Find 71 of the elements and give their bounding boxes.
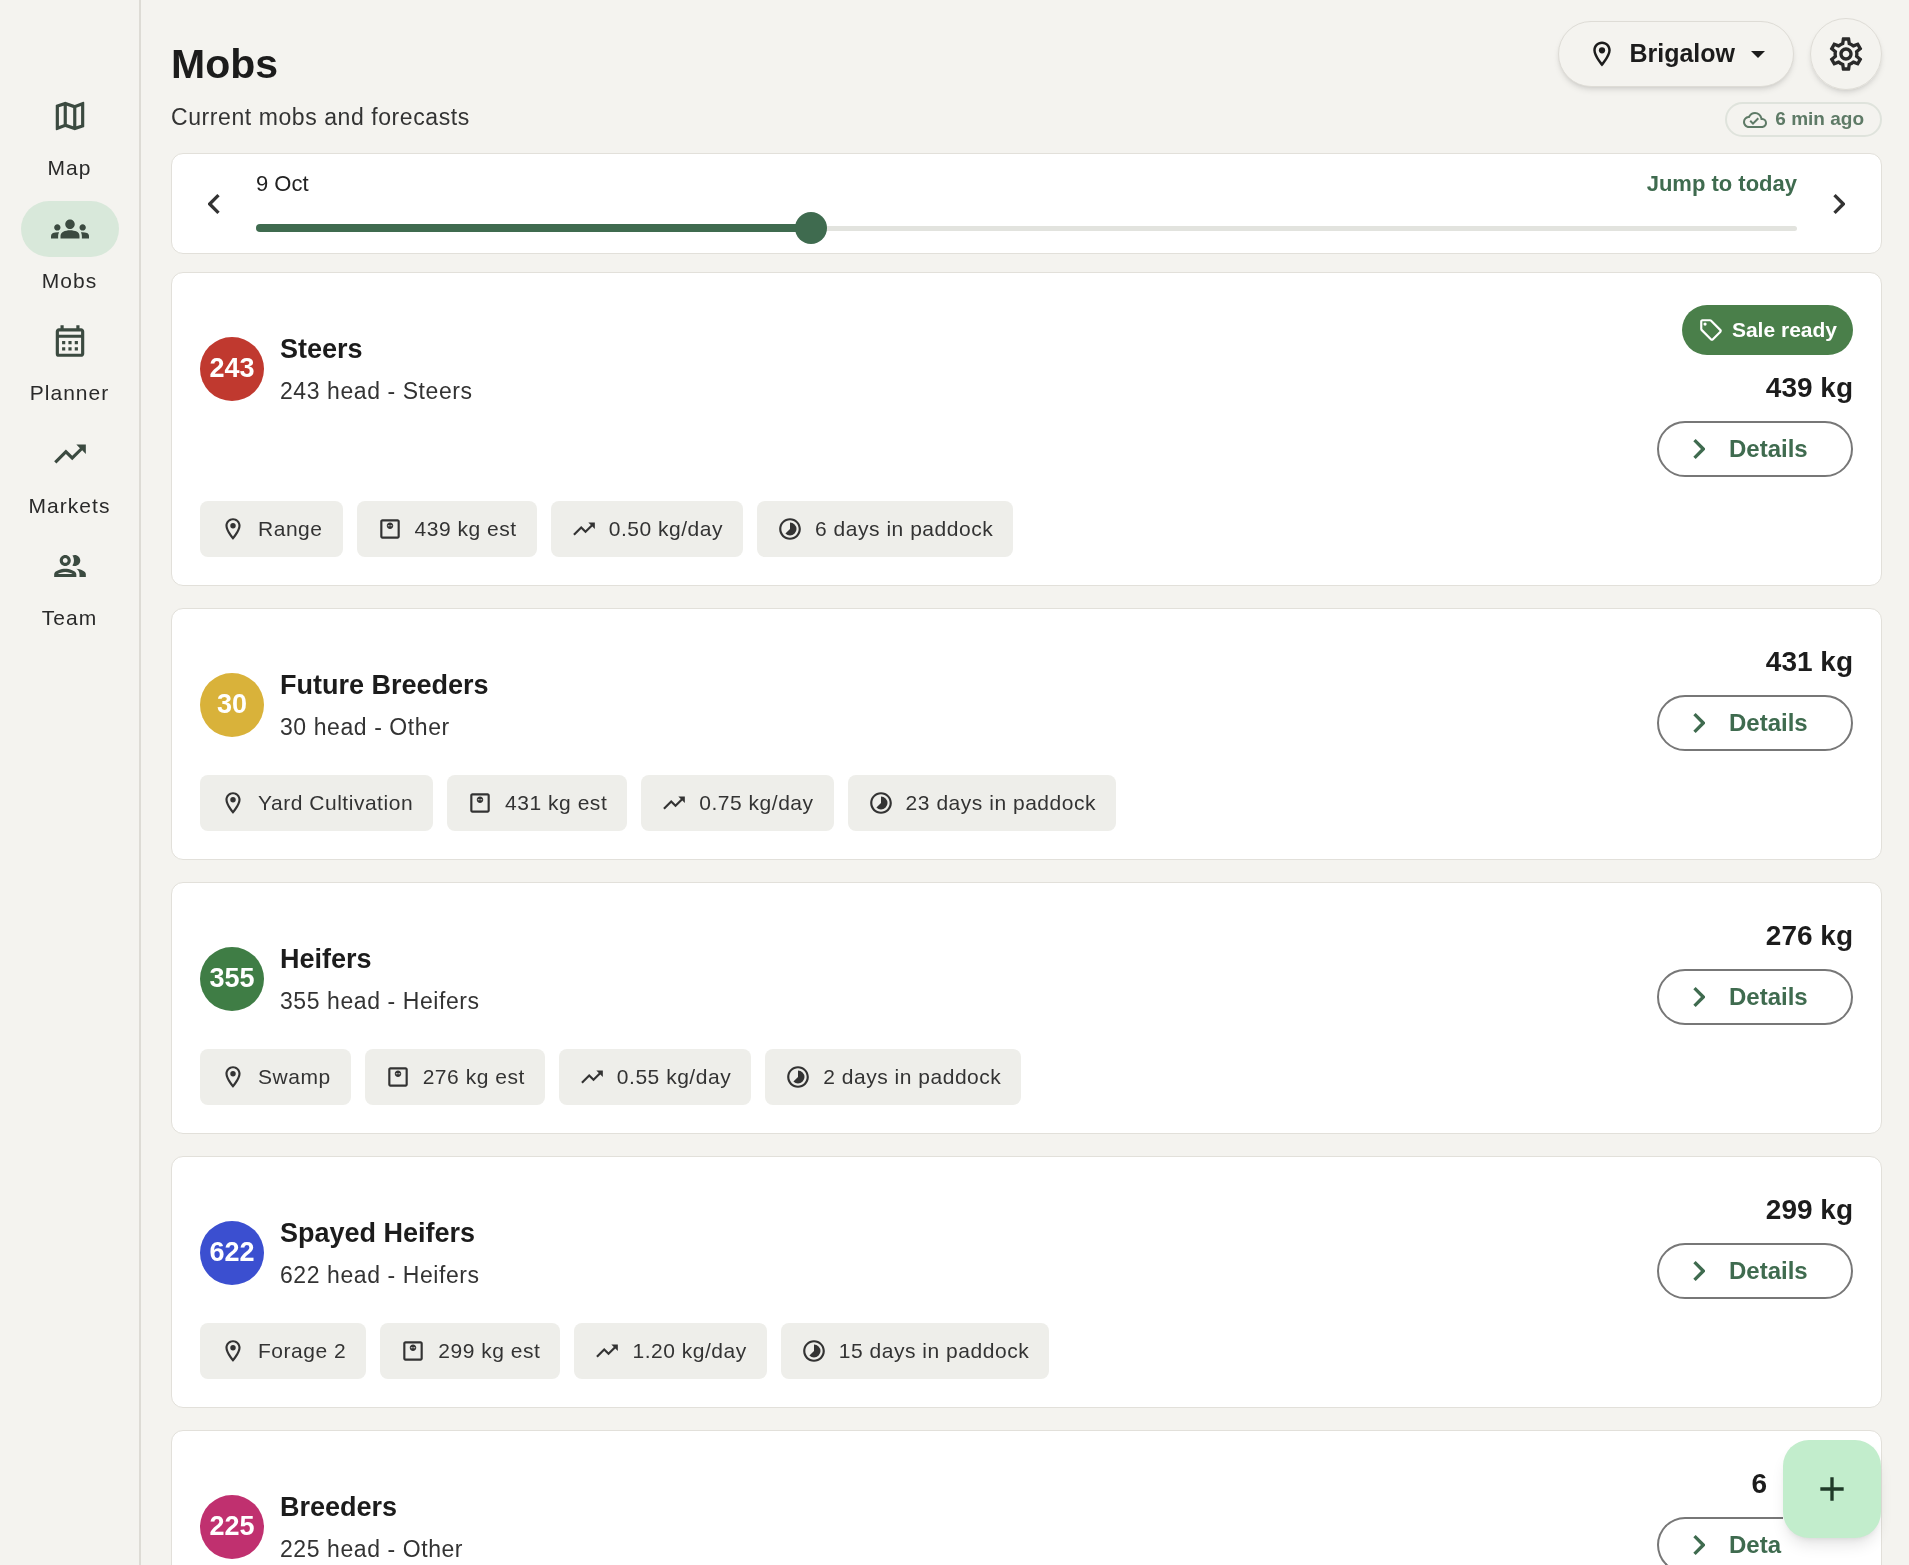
caret-icon [1751, 50, 1765, 58]
mob-name: Breeders [280, 1491, 399, 1524]
mob-summary: 30 head - Other [280, 712, 451, 742]
chevron-right-icon [1693, 987, 1705, 1007]
details-button[interactable]: Details [1657, 695, 1853, 751]
mob-name: Spayed Heifers [280, 1217, 477, 1250]
info-chip: 23 days in paddock [847, 775, 1117, 831]
info-chip: 0.55 kg/day [558, 1049, 752, 1105]
timer-icon [867, 790, 894, 816]
mob-summary: 225 head - Other [280, 1534, 464, 1564]
timer-icon [777, 516, 804, 542]
info-chip: 299 kg est [380, 1323, 561, 1379]
location-dropdown[interactable]: Brigalow [1558, 21, 1794, 87]
info-chip: Forage 2 [200, 1323, 367, 1379]
tag-icon [1697, 317, 1724, 343]
sale-ready-badge: Sale ready [1681, 305, 1853, 355]
details-button[interactable]: Deta [1657, 1517, 1783, 1565]
info-chip: 2 days in paddock [765, 1049, 1022, 1105]
chevron-right-icon [1693, 713, 1705, 733]
nav-label: Mobs [41, 267, 98, 294]
nav-item[interactable]: Planner [20, 313, 119, 409]
nav-label: Planner [29, 380, 110, 406]
page-title: Mobs [171, 40, 280, 89]
details-button[interactable]: Details [1657, 1243, 1853, 1299]
nav-item[interactable]: Markets [20, 425, 119, 521]
info-chip: 1.20 kg/day [574, 1323, 767, 1379]
details-button[interactable]: Details [1657, 421, 1853, 477]
weight-value: 6 [1751, 1467, 1767, 1501]
count-badge: 30 [200, 672, 264, 737]
weight-value: 299 kg [1765, 1193, 1853, 1227]
timeline-date: 9 Oct [256, 170, 309, 198]
info-chip: 276 kg est [364, 1049, 545, 1105]
mob-summary: 243 head - Steers [280, 376, 473, 406]
chevron-left-icon [208, 193, 220, 214]
nav-item[interactable]: Map [20, 88, 119, 184]
weight-value: 431 kg [1765, 645, 1853, 679]
info-chip: 0.75 kg/day [641, 775, 834, 831]
jump-to-today-link[interactable]: Jump to today [1646, 167, 1797, 200]
nav-label: Map [47, 155, 92, 181]
timeline-slider[interactable] [256, 212, 1797, 244]
page-subtitle: Current mobs and forecasts [171, 102, 470, 132]
info-chip: Yard Cultivation [200, 775, 434, 831]
mob-name: Future Breeders [280, 669, 489, 702]
chevron-right-icon [1693, 1535, 1705, 1555]
details-button[interactable]: Details [1657, 969, 1853, 1025]
mob-name: Steers [280, 333, 364, 366]
info-chip: Range [200, 501, 343, 557]
timer-icon [785, 1064, 812, 1090]
mob-summary: 622 head - Heifers [280, 1260, 480, 1290]
mob-name: Heifers [280, 943, 373, 976]
weight-value: 276 kg [1765, 919, 1853, 953]
nav-item[interactable]: Team [20, 538, 119, 634]
info-chip: 0.50 kg/day [550, 501, 744, 557]
count-badge: 225 [200, 1494, 264, 1559]
sync-status: 6 min ago [1725, 102, 1882, 137]
nav-label: Team [41, 605, 98, 631]
count-badge: 622 [200, 1220, 264, 1285]
mob-summary: 355 head - Heifers [280, 986, 480, 1016]
info-chip: 431 kg est [447, 775, 628, 831]
count-badge: 355 [200, 946, 264, 1011]
chevron-right-icon [1833, 193, 1845, 214]
info-chip: Swamp [200, 1049, 351, 1105]
timer-icon [800, 1338, 827, 1364]
info-chip: 6 days in paddock [757, 501, 1014, 557]
nav-label: Markets [28, 492, 111, 519]
chevron-right-icon [1693, 1261, 1705, 1281]
weight-value: 439 kg [1765, 371, 1853, 405]
info-chip: 15 days in paddock [780, 1323, 1050, 1379]
info-chip: 439 kg est [356, 501, 537, 557]
chevron-right-icon [1693, 439, 1705, 459]
count-badge: 243 [200, 336, 264, 401]
